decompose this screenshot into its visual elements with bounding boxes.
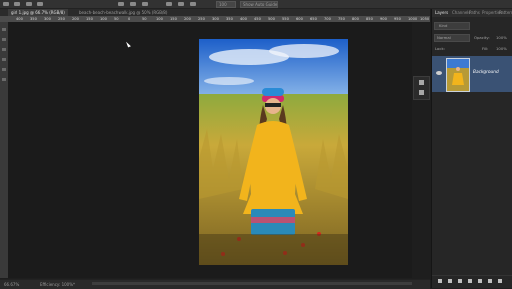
visibility-eye-icon[interactable] [436, 71, 442, 75]
mini-panel-dock[interactable] [413, 76, 430, 100]
align-right-icon[interactable] [142, 2, 148, 6]
filter-kind-label: Kind [439, 23, 448, 28]
opacity-value[interactable]: 100% [496, 35, 507, 40]
ruler-tick: 1050 [420, 17, 430, 21]
tab-girl[interactable]: girl 1.jpg @ 66.7% (RGB/8) [8, 9, 68, 16]
photo-girl-in-field [199, 39, 348, 265]
layer-row-background[interactable]: Background [432, 56, 512, 92]
tab-patterns[interactable]: Patterns [499, 9, 512, 17]
align-left-icon[interactable] [118, 2, 124, 6]
new-layer-icon[interactable] [488, 279, 492, 283]
tab-channels[interactable]: Channels [452, 9, 471, 17]
mask-icon[interactable] [458, 279, 462, 283]
tool-icon[interactable] [2, 38, 6, 41]
layer-thumbnail [446, 58, 470, 92]
font-size-value: 100 [219, 2, 227, 7]
layers-panel: Layers Channels Paths Properties Pattern… [431, 9, 512, 288]
tool-icon[interactable] [2, 68, 6, 71]
tool-icon[interactable] [2, 28, 6, 31]
adjustment-icon[interactable] [468, 279, 472, 283]
lock-label: Lock: [435, 46, 445, 51]
status-info: Efficiency: 100%* [40, 282, 76, 287]
fx-icon[interactable] [448, 279, 452, 283]
panel-tabs: Layers Channels Paths Properties Pattern… [432, 9, 512, 17]
distribute-h-icon[interactable] [190, 2, 196, 6]
tool-icon[interactable] [2, 58, 6, 61]
tool-icon[interactable] [2, 48, 6, 51]
fill-label: Fill: [482, 46, 489, 51]
zoom-level[interactable]: 66.67% [4, 281, 19, 288]
tab-paths[interactable]: Paths [469, 9, 480, 17]
distribute-v-icon[interactable] [178, 2, 184, 6]
tab-beach[interactable]: beach-beach-beachwalk.jpg @ 50% (RGB/8) [76, 9, 170, 16]
transform-icon[interactable] [26, 2, 32, 6]
align-center-icon[interactable] [130, 2, 136, 6]
blend-mode-select[interactable]: Normal [434, 34, 470, 42]
link-icon[interactable] [438, 279, 442, 283]
tools-panel [0, 22, 8, 278]
layer-name[interactable]: Background [473, 70, 499, 75]
layer-select-icon[interactable] [14, 2, 20, 6]
align-icon[interactable] [37, 2, 43, 6]
trash-icon[interactable] [498, 279, 502, 283]
mode-label: Show Auto Guide [243, 2, 278, 7]
options-bar: 100 Show Auto Guide [0, 0, 512, 9]
history-icon[interactable] [419, 80, 424, 85]
move-tool-icon[interactable] [3, 2, 9, 6]
opacity-label: Opacity: [474, 35, 490, 40]
filter-kind-select[interactable]: Kind [434, 22, 470, 30]
document-image[interactable] [199, 39, 348, 265]
folder-icon[interactable] [478, 279, 482, 283]
tool-icon[interactable] [2, 78, 6, 81]
user-icon[interactable] [419, 90, 424, 95]
tab-layers[interactable]: Layers [435, 9, 448, 17]
thumbnail-image [447, 59, 469, 91]
horizontal-scrollbar[interactable] [92, 282, 412, 285]
font-size-field[interactable]: 100 [216, 1, 236, 8]
fill-value[interactable]: 100% [496, 46, 507, 51]
mode-field[interactable]: Show Auto Guide [240, 1, 278, 8]
distribute-icon[interactable] [166, 2, 172, 6]
blend-mode-value: Normal [437, 35, 451, 40]
layers-panel-actions [432, 275, 512, 286]
document-tabs: girl 1.jpg @ 66.7% (RGB/8) beach-beach-b… [0, 9, 430, 16]
